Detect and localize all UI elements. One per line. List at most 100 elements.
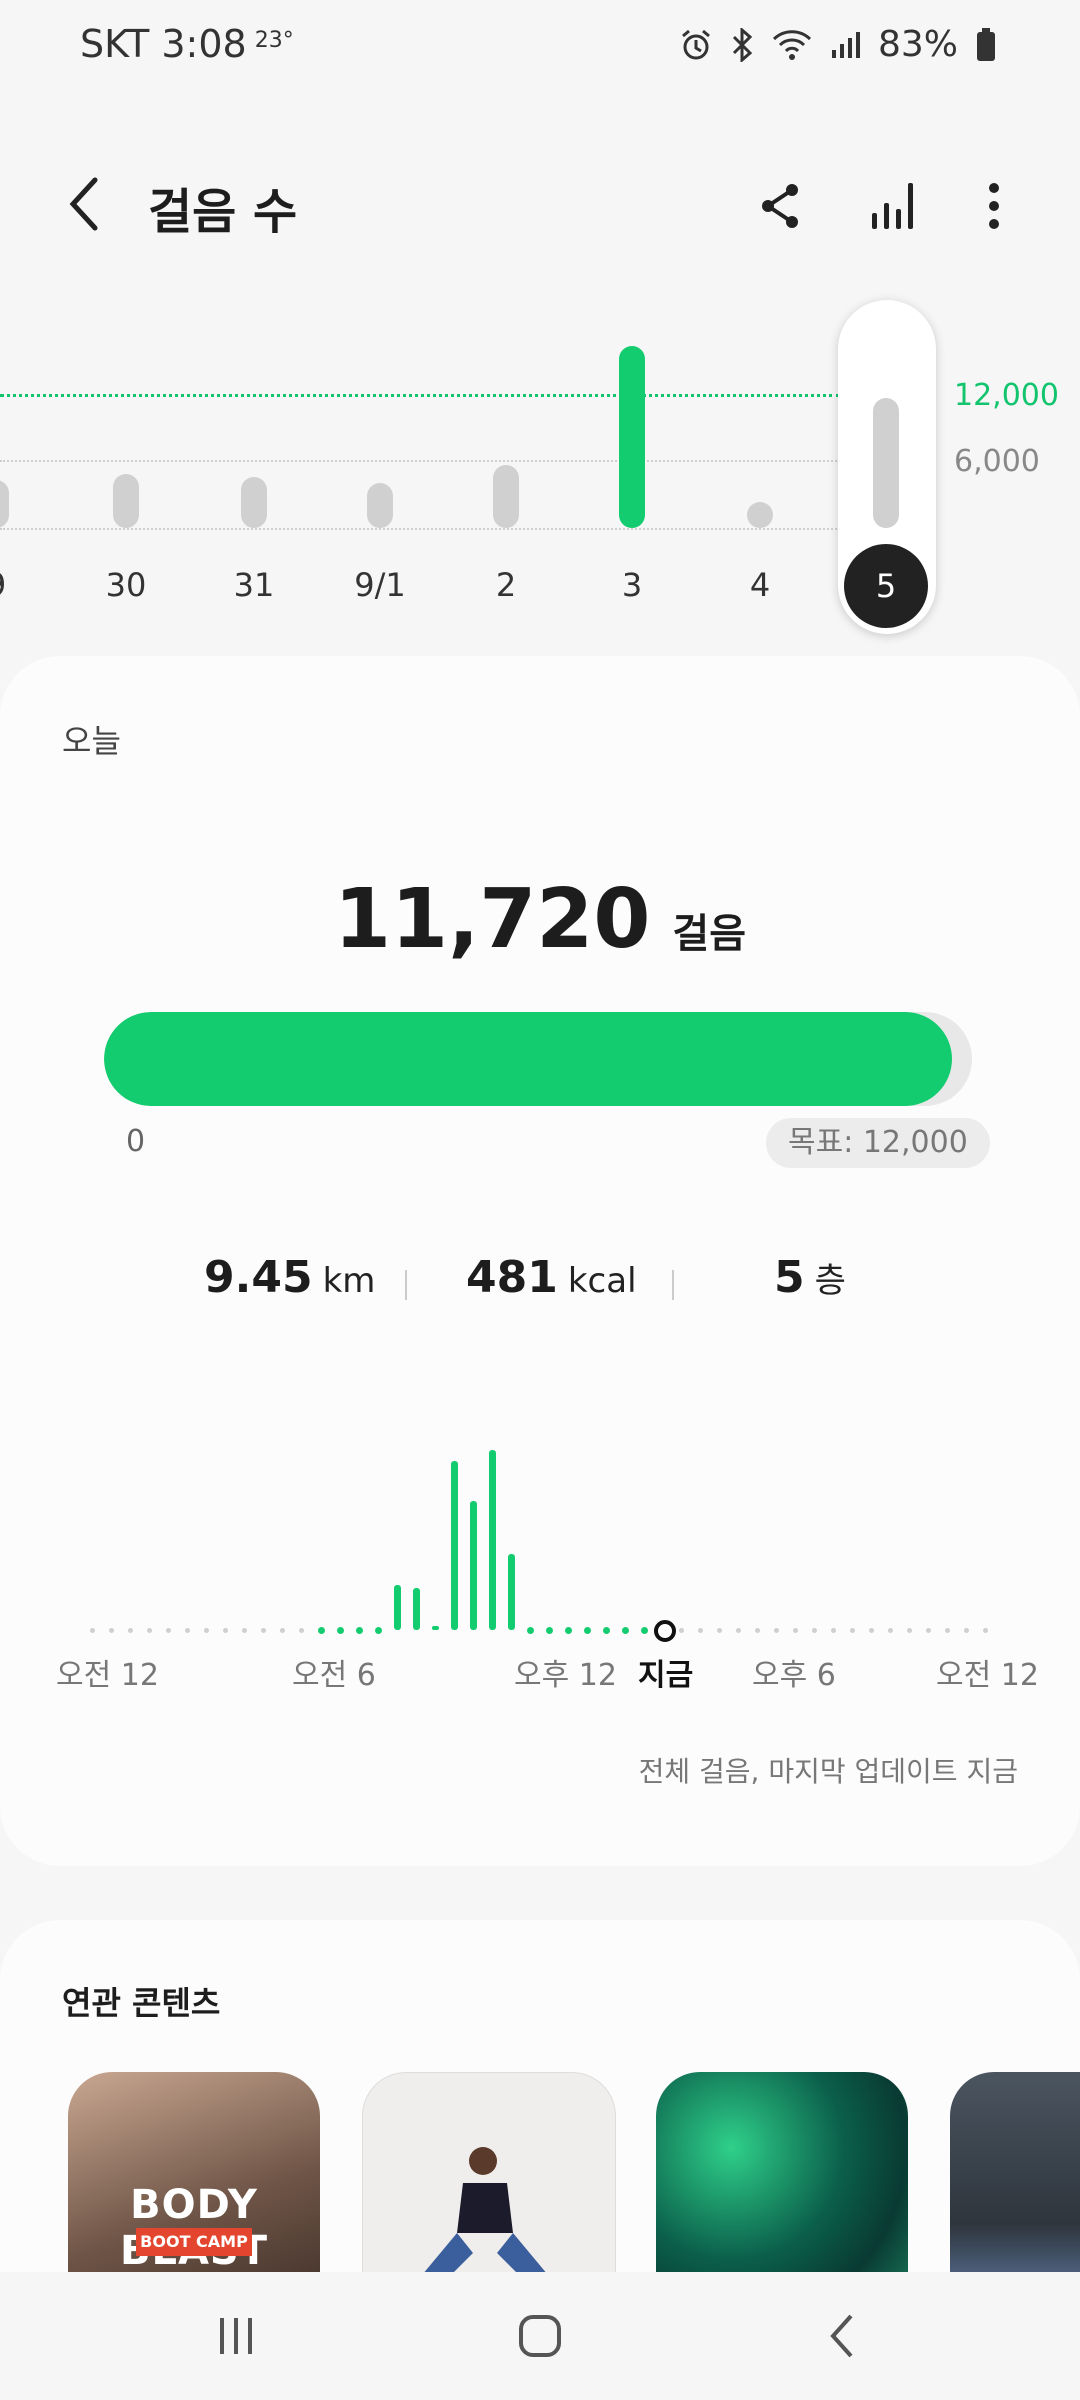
timeline-dot <box>774 1628 779 1633</box>
hour-bar <box>527 1627 534 1634</box>
time-label: 오전 12 <box>936 1658 1039 1693</box>
day-label[interactable]: 9/1 <box>330 566 430 604</box>
grid-line-mid <box>0 460 840 462</box>
hour-bar <box>432 1625 439 1630</box>
hour-bar <box>584 1627 591 1634</box>
hour-bar <box>565 1627 572 1634</box>
battery-icon <box>977 27 995 61</box>
day-bar[interactable] <box>619 346 645 528</box>
day-label[interactable]: 2 <box>456 566 556 604</box>
calories-value: 481 <box>466 1252 558 1303</box>
home-icon <box>519 2315 561 2357</box>
timeline-dot <box>223 1628 228 1633</box>
home-button[interactable] <box>508 2304 572 2368</box>
thumb-subtitle: BOOT CAMP <box>136 2228 252 2256</box>
mid-axis-label: 6,000 <box>954 444 1040 479</box>
grid-line-base <box>0 528 840 530</box>
hour-bar <box>641 1627 648 1634</box>
timeline-dot <box>926 1628 931 1633</box>
time-label: 오후 12 <box>514 1658 617 1693</box>
steps-count: 11,720 <box>333 872 651 967</box>
day-bar[interactable] <box>493 465 519 528</box>
distance-metric: 9.45 km <box>204 1252 375 1303</box>
recent-apps-icon <box>220 2318 252 2354</box>
metric-divider <box>672 1270 674 1300</box>
timeline-dot <box>261 1628 266 1633</box>
hour-bar <box>451 1461 458 1630</box>
timeline-dot <box>185 1628 190 1633</box>
timeline-dot <box>907 1628 912 1633</box>
day-label[interactable]: 3 <box>582 566 682 604</box>
timeline-dot <box>850 1628 855 1633</box>
day-label-selected[interactable]: 5 <box>844 544 928 628</box>
timeline-dot <box>147 1628 152 1633</box>
more-icon <box>989 183 999 229</box>
chart-icon <box>872 183 913 229</box>
timeline-dot <box>280 1628 285 1633</box>
bluetooth-icon <box>732 27 753 62</box>
timeline-dot <box>755 1628 760 1633</box>
floors-unit: 층 <box>814 1261 846 1301</box>
timeline-dot <box>204 1628 209 1633</box>
day-bar[interactable] <box>873 398 899 528</box>
day-bar[interactable] <box>747 502 773 528</box>
battery-percent: 83% <box>877 24 958 65</box>
calories-metric: 481 kcal <box>466 1252 637 1303</box>
trends-button[interactable] <box>864 176 924 236</box>
hour-bar <box>413 1587 420 1630</box>
hour-bar <box>470 1500 477 1630</box>
steps-progress-bar <box>104 1012 972 1106</box>
timeline-dot <box>964 1628 969 1633</box>
last-update-text: 전체 걸음, 마지막 업데이트 지금 <box>638 1755 1018 1788</box>
timeline-dot <box>945 1628 950 1633</box>
day-label[interactable]: 31 <box>204 566 304 604</box>
distance-value: 9.45 <box>204 1252 313 1303</box>
day-bar[interactable] <box>0 479 9 528</box>
day-bar[interactable] <box>241 476 267 528</box>
floors-value: 5 <box>774 1252 805 1303</box>
timeline-dot <box>831 1628 836 1633</box>
calories-unit: kcal <box>567 1261 637 1301</box>
day-label[interactable]: 30 <box>76 566 176 604</box>
goal-chip[interactable]: 목표: 12,000 <box>766 1118 990 1168</box>
alarm-icon <box>682 29 710 59</box>
time-label: 오후 6 <box>752 1658 836 1693</box>
timeline-dot <box>109 1628 114 1633</box>
steps-summary: 11,720 걸음 <box>0 872 1080 967</box>
day-label[interactable]: 4 <box>710 566 810 604</box>
hour-bar <box>375 1627 382 1634</box>
timeline-dot <box>793 1628 798 1633</box>
nav-back-button[interactable] <box>812 2308 872 2364</box>
time-label: 오전 12 <box>56 1658 159 1693</box>
timeline-dot <box>698 1628 703 1633</box>
carrier-time: SKT 3:08 <box>80 22 247 66</box>
timeline-dot <box>717 1628 722 1633</box>
share-icon <box>762 184 798 228</box>
more-button[interactable] <box>974 176 1014 236</box>
recent-apps-button[interactable] <box>206 2308 266 2364</box>
day-label[interactable]: 9 <box>0 566 46 604</box>
time-label: 오전 6 <box>292 1658 376 1693</box>
metric-divider <box>405 1270 407 1300</box>
day-bar[interactable] <box>367 483 393 528</box>
goal-line <box>0 394 840 397</box>
steps-progress-fill <box>104 1012 952 1106</box>
hour-bar <box>622 1627 629 1634</box>
status-icons: 83% <box>680 24 996 65</box>
goal-axis-label: 12,000 <box>954 378 1059 413</box>
hour-bar <box>546 1627 553 1634</box>
hour-bar <box>337 1627 344 1634</box>
hour-bar <box>489 1450 496 1630</box>
hour-bar <box>603 1627 610 1634</box>
timeline-dot <box>166 1628 171 1633</box>
now-marker <box>654 1620 676 1642</box>
page-title: 걸음 수 <box>148 184 298 240</box>
today-label: 오늘 <box>62 722 121 760</box>
timeline-dot <box>888 1628 893 1633</box>
day-bar[interactable] <box>113 474 139 528</box>
back-button[interactable] <box>56 172 112 236</box>
temperature: 23° <box>254 28 294 53</box>
back-arrow-icon <box>69 177 98 231</box>
share-button[interactable] <box>752 178 808 234</box>
timeline-dot <box>679 1628 684 1633</box>
